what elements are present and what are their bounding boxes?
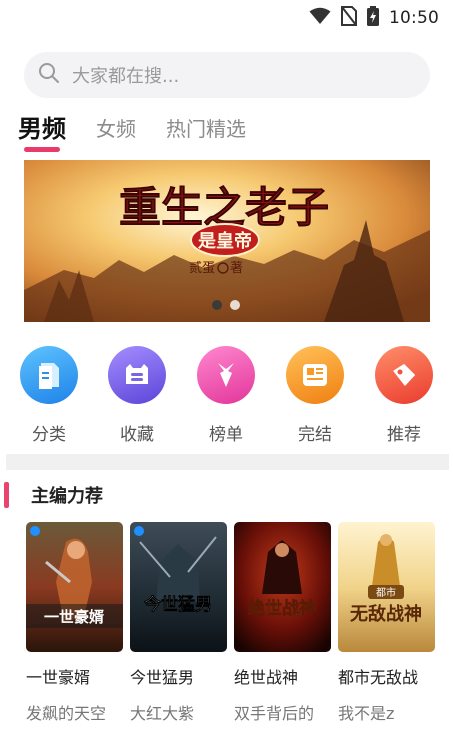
banner-subtitle: 是皇帝	[197, 230, 252, 252]
category-label: 分类	[32, 425, 66, 445]
book-cover: 都市 无敌战神	[338, 522, 435, 652]
book-title: 绝世战神	[234, 668, 299, 687]
banner-pagination	[212, 300, 240, 310]
book-author: 发飙的天空	[26, 704, 107, 723]
banner-dot-1[interactable]	[212, 300, 222, 310]
favorite-icon	[108, 346, 166, 404]
search-icon	[38, 62, 60, 88]
wifi-icon	[309, 7, 331, 29]
banner-carousel[interactable]: 重生之老子 是皇帝 贰蛋 著	[24, 160, 430, 322]
banner-dot-2[interactable]	[230, 300, 240, 310]
section-divider	[6, 454, 449, 470]
cover-title: 绝世战神	[248, 598, 316, 619]
ranking-button[interactable]: 榜单	[191, 346, 261, 445]
no-sim-icon	[341, 6, 357, 30]
book-title: 一世豪婿	[26, 668, 91, 687]
category-shortcuts: 分类 收藏 榜单 完结 推荐	[0, 346, 453, 446]
tab-hot-picks[interactable]: 热门精选	[166, 112, 246, 146]
book-author: 双手背后的	[234, 704, 315, 723]
ranking-icon	[197, 346, 255, 404]
section-title: 主编力荐	[31, 486, 103, 507]
category-icon	[20, 346, 78, 404]
book-cover: 一世豪婿	[26, 522, 123, 652]
battery-charging-icon	[367, 6, 379, 30]
tab-female[interactable]: 女频	[96, 112, 136, 146]
recommend-label: 推荐	[387, 425, 421, 445]
search-input[interactable]: 大家都在搜...	[72, 62, 179, 88]
book-card[interactable]: 都市 无敌战神 都市无敌战 我不是z	[338, 522, 435, 724]
banner-author-suffix: 著	[230, 261, 243, 276]
cover-tag: 都市	[376, 586, 396, 599]
active-tab-indicator	[24, 147, 60, 152]
book-title: 都市无敌战	[338, 668, 419, 687]
book-title: 今世猛男	[130, 668, 195, 687]
section-accent-bar	[4, 482, 9, 508]
cover-title: 一世豪婿	[44, 608, 105, 626]
tab-male[interactable]: 男频	[18, 112, 66, 146]
cover-title: 今世猛男	[144, 594, 212, 615]
status-icons: 10:50	[309, 6, 439, 30]
book-card[interactable]: 一世豪婿 一世豪婿 发飙的天空	[26, 522, 123, 724]
completed-label: 完结	[298, 425, 332, 445]
status-bar: 10:50	[0, 0, 453, 34]
ranking-label: 榜单	[209, 425, 243, 445]
book-author: 大红大紫	[130, 704, 195, 723]
banner-author: 贰蛋	[189, 260, 215, 276]
book-card[interactable]: 今世猛男 今世猛男 大红大紫	[130, 522, 227, 724]
search-bar[interactable]: 大家都在搜...	[24, 52, 430, 98]
book-cover: 绝世战神	[234, 522, 331, 652]
recommend-icon	[375, 346, 433, 404]
category-button[interactable]: 分类	[14, 346, 84, 445]
recommend-button[interactable]: 推荐	[369, 346, 439, 445]
completed-icon	[286, 346, 344, 404]
favorites-label: 收藏	[120, 425, 154, 445]
book-author: 我不是z	[338, 704, 395, 723]
completed-button[interactable]: 完结	[280, 346, 350, 445]
banner-image: 重生之老子 是皇帝 贰蛋 著	[24, 160, 430, 322]
book-cover: 今世猛男	[130, 522, 227, 652]
cover-title: 无敌战神	[350, 603, 422, 625]
status-time: 10:50	[389, 8, 439, 28]
section-header: 主编力荐	[4, 482, 103, 508]
favorites-button[interactable]: 收藏	[102, 346, 172, 445]
book-card[interactable]: 绝世战神 绝世战神 双手背后的	[234, 522, 331, 724]
